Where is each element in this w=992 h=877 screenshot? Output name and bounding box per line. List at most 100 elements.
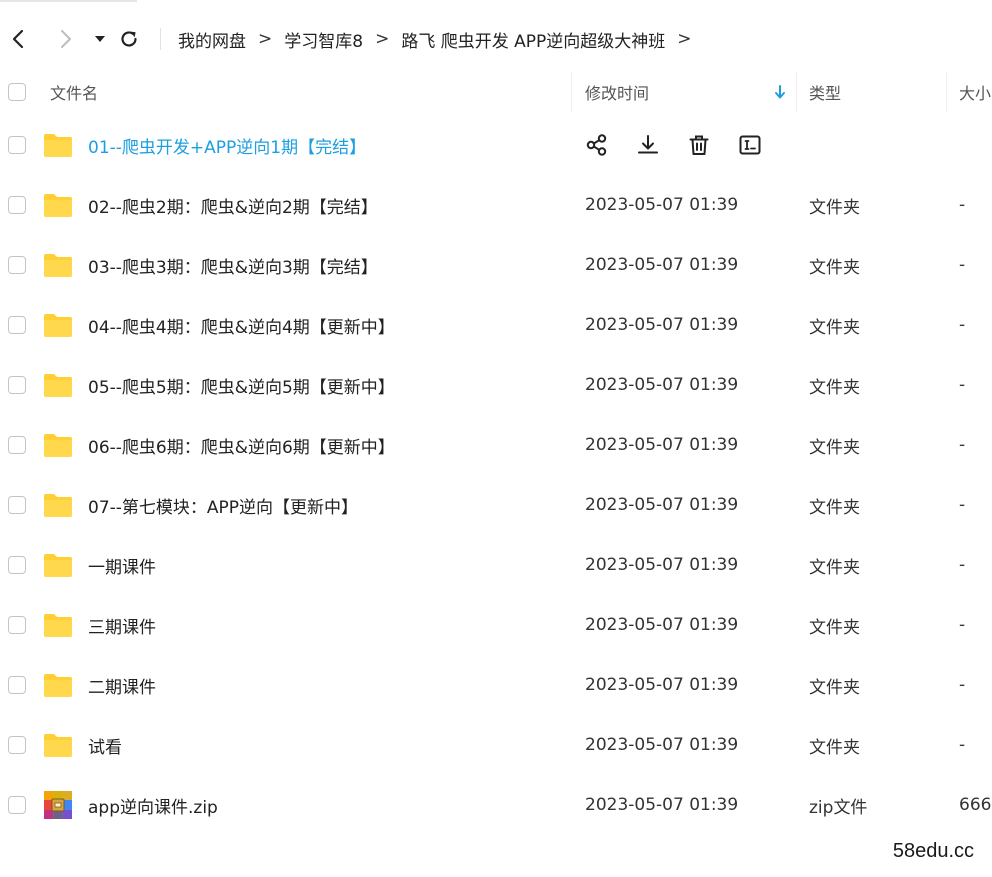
row-checkbox[interactable] bbox=[8, 316, 26, 334]
file-name[interactable]: 02--爬虫2期：爬虫&逆向2期【完结】 bbox=[88, 175, 378, 235]
file-size: 666 bbox=[959, 795, 992, 815]
column-header-name[interactable]: 文件名 bbox=[50, 72, 98, 112]
file-type: 文件夹 bbox=[809, 617, 860, 638]
file-type: 文件夹 bbox=[809, 317, 860, 338]
file-list: 01--爬虫开发+APP逆向1期【完结】 02--爬虫2期：爬虫&逆向2期【完结… bbox=[0, 115, 992, 835]
download-icon bbox=[638, 135, 658, 154]
file-row[interactable]: 02--爬虫2期：爬虫&逆向2期【完结】 2023-05-07 01:39 文件… bbox=[0, 175, 992, 235]
file-name[interactable]: 三期课件 bbox=[88, 595, 156, 655]
file-row[interactable]: 试看 2023-05-07 01:39 文件夹 - bbox=[0, 715, 992, 775]
file-row[interactable]: 01--爬虫开发+APP逆向1期【完结】 bbox=[0, 115, 992, 175]
file-name[interactable]: 01--爬虫开发+APP逆向1期【完结】 bbox=[88, 115, 366, 175]
column-header-modified[interactable]: 修改时间 bbox=[585, 72, 649, 112]
file-size: - bbox=[959, 315, 966, 335]
file-row[interactable]: 二期课件 2023-05-07 01:39 文件夹 - bbox=[0, 655, 992, 715]
file-modified-time: 2023-05-07 01:39 bbox=[585, 735, 739, 755]
file-name[interactable]: 03--爬虫3期：爬虫&逆向3期【完结】 bbox=[88, 235, 378, 295]
file-type: zip文件 bbox=[809, 797, 868, 818]
file-browser: 我的网盘 > 学习智库8 > 路飞 爬虫开发 APP逆向超级大神班 > 文件名 … bbox=[0, 0, 992, 877]
file-modified-time: 2023-05-07 01:39 bbox=[585, 795, 739, 815]
folder-icon bbox=[44, 494, 72, 517]
breadcrumb-item-my-drive[interactable]: 我的网盘 bbox=[178, 27, 246, 52]
folder-icon bbox=[44, 554, 72, 577]
column-header-type[interactable]: 类型 bbox=[809, 72, 841, 112]
folder-icon bbox=[44, 734, 72, 757]
file-modified-time: 2023-05-07 01:39 bbox=[585, 555, 739, 575]
folder-icon bbox=[44, 374, 72, 397]
nav-bar: 我的网盘 > 学习智库8 > 路飞 爬虫开发 APP逆向超级大神班 > bbox=[0, 0, 992, 78]
file-name[interactable]: 二期课件 bbox=[88, 655, 156, 715]
row-checkbox[interactable] bbox=[8, 376, 26, 394]
file-size: - bbox=[959, 255, 966, 275]
row-checkbox[interactable] bbox=[8, 676, 26, 694]
file-type: 文件夹 bbox=[809, 737, 860, 758]
column-divider[interactable] bbox=[571, 72, 572, 112]
file-modified-time: 2023-05-07 01:39 bbox=[585, 435, 739, 455]
file-modified-time: 2023-05-07 01:39 bbox=[585, 375, 739, 395]
file-size: - bbox=[959, 675, 966, 695]
file-type: 文件夹 bbox=[809, 437, 860, 458]
row-checkbox[interactable] bbox=[8, 736, 26, 754]
row-checkbox[interactable] bbox=[8, 616, 26, 634]
file-size: - bbox=[959, 435, 966, 455]
row-checkbox[interactable] bbox=[8, 796, 26, 814]
delete-button[interactable] bbox=[684, 130, 714, 160]
folder-icon bbox=[44, 134, 72, 157]
file-row[interactable]: 三期课件 2023-05-07 01:39 文件夹 - bbox=[0, 595, 992, 655]
row-checkbox[interactable] bbox=[8, 256, 26, 274]
file-name[interactable]: 试看 bbox=[88, 715, 122, 775]
file-type: 文件夹 bbox=[809, 257, 860, 278]
row-checkbox[interactable] bbox=[8, 436, 26, 454]
row-checkbox[interactable] bbox=[8, 196, 26, 214]
folder-icon bbox=[44, 254, 72, 277]
column-divider[interactable] bbox=[946, 72, 947, 112]
breadcrumb-item-library[interactable]: 学习智库8 bbox=[284, 27, 363, 52]
folder-icon bbox=[44, 314, 72, 337]
history-dropdown-button[interactable] bbox=[85, 24, 115, 54]
file-name[interactable]: 06--爬虫6期：爬虫&逆向6期【更新中】 bbox=[88, 415, 395, 475]
forward-button[interactable] bbox=[50, 24, 80, 54]
top-divider bbox=[0, 0, 137, 2]
file-type: 文件夹 bbox=[809, 557, 860, 578]
file-name[interactable]: 05--爬虫5期：爬虫&逆向5期【更新中】 bbox=[88, 355, 395, 415]
file-row[interactable]: 05--爬虫5期：爬虫&逆向5期【更新中】 2023-05-07 01:39 文… bbox=[0, 355, 992, 415]
breadcrumb-separator: > bbox=[258, 29, 273, 49]
row-checkbox[interactable] bbox=[8, 496, 26, 514]
refresh-button[interactable] bbox=[114, 24, 144, 54]
file-name[interactable]: 04--爬虫4期：爬虫&逆向4期【更新中】 bbox=[88, 295, 395, 355]
sort-desc-button[interactable] bbox=[773, 72, 787, 112]
file-row[interactable]: 03--爬虫3期：爬虫&逆向3期【完结】 2023-05-07 01:39 文件… bbox=[0, 235, 992, 295]
file-list-header: 文件名 修改时间 类型 大小 bbox=[0, 72, 992, 112]
watermark: 58edu.cc bbox=[892, 840, 974, 862]
folder-icon bbox=[44, 674, 72, 697]
column-divider[interactable] bbox=[796, 72, 797, 112]
download-button[interactable] bbox=[633, 130, 663, 160]
file-name[interactable]: 一期课件 bbox=[88, 535, 156, 595]
trash-icon bbox=[689, 135, 709, 155]
file-row[interactable]: 06--爬虫6期：爬虫&逆向6期【更新中】 2023-05-07 01:39 文… bbox=[0, 415, 992, 475]
rename-button[interactable] bbox=[735, 130, 765, 160]
file-modified-time: 2023-05-07 01:39 bbox=[585, 615, 739, 635]
file-modified-time: 2023-05-07 01:39 bbox=[585, 255, 739, 275]
breadcrumb-item-current-folder[interactable]: 路飞 爬虫开发 APP逆向超级大神班 bbox=[401, 27, 665, 52]
file-name[interactable]: 07--第七模块：APP逆向【更新中】 bbox=[88, 475, 358, 535]
nav-separator bbox=[160, 28, 161, 50]
column-header-size[interactable]: 大小 bbox=[959, 72, 991, 112]
file-row[interactable]: 一期课件 2023-05-07 01:39 文件夹 - bbox=[0, 535, 992, 595]
file-row[interactable]: app逆向课件.zip 2023-05-07 01:39 zip文件 666 bbox=[0, 775, 992, 835]
share-button[interactable] bbox=[582, 130, 612, 160]
back-button[interactable] bbox=[4, 24, 34, 54]
breadcrumb-separator: > bbox=[677, 29, 692, 49]
file-size: - bbox=[959, 495, 966, 515]
share-icon bbox=[586, 134, 607, 156]
row-checkbox[interactable] bbox=[8, 556, 26, 574]
file-row[interactable]: 07--第七模块：APP逆向【更新中】 2023-05-07 01:39 文件夹… bbox=[0, 475, 992, 535]
folder-icon bbox=[44, 434, 72, 457]
folder-icon bbox=[44, 194, 72, 217]
file-modified-time: 2023-05-07 01:39 bbox=[585, 675, 739, 695]
file-row[interactable]: 04--爬虫4期：爬虫&逆向4期【更新中】 2023-05-07 01:39 文… bbox=[0, 295, 992, 355]
row-checkbox[interactable] bbox=[8, 136, 26, 154]
file-name[interactable]: app逆向课件.zip bbox=[88, 775, 218, 835]
select-all-checkbox[interactable] bbox=[8, 83, 26, 101]
rename-icon bbox=[739, 135, 761, 155]
